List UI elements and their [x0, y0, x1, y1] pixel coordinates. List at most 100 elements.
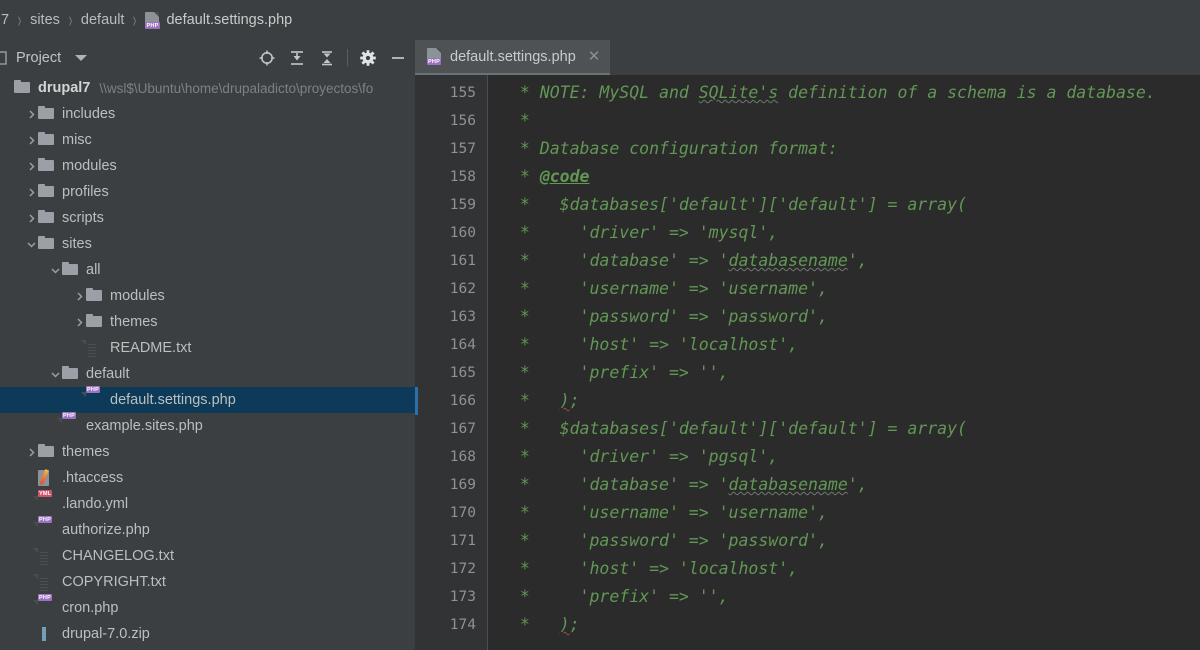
- tree-row-sites[interactable]: sites: [0, 231, 415, 257]
- tree-row-misc[interactable]: misc: [0, 127, 415, 153]
- chevron-right-icon[interactable]: [72, 289, 86, 303]
- tree-row-modules[interactable]: modules: [0, 153, 415, 179]
- close-icon[interactable]: ✕: [588, 49, 601, 64]
- breadcrumb-item-default[interactable]: default: [80, 12, 126, 28]
- project-tree[interactable]: drupal7 \\wsl$\Ubuntu\home\drupaladicto\…: [0, 75, 415, 650]
- chevron-right-icon[interactable]: [24, 445, 38, 459]
- tree-label: sites: [62, 236, 92, 252]
- code-line[interactable]: * NOTE: MySQL and SQLite's definition of…: [510, 79, 1200, 107]
- code-line[interactable]: * 'username' => 'username',: [510, 499, 1200, 527]
- code-line[interactable]: * $databases['default']['default'] = arr…: [510, 415, 1200, 443]
- line-number: 172: [449, 561, 476, 577]
- tree-label: themes: [62, 444, 110, 460]
- code-line[interactable]: * 'driver' => 'pgsql',: [510, 443, 1200, 471]
- code-line[interactable]: * 'host' => 'localhost',: [510, 331, 1200, 359]
- code-line[interactable]: *: [510, 107, 1200, 135]
- code-line[interactable]: * 'prefix' => '',: [510, 583, 1200, 611]
- line-number: 166: [449, 393, 476, 409]
- line-number: 156: [449, 113, 476, 129]
- code-line[interactable]: * $databases['default']['default'] = arr…: [510, 191, 1200, 219]
- code-editor[interactable]: 155 156 157 158 159 160 161 162 163 164 165 166 167 1…: [415, 75, 1200, 650]
- tree-row-themes[interactable]: themes: [0, 439, 415, 465]
- chevron-right-icon[interactable]: [24, 133, 38, 147]
- expand-all-icon[interactable]: [282, 44, 312, 72]
- tree-row-themes[interactable]: themes: [0, 309, 415, 335]
- chevron-right-icon[interactable]: [24, 159, 38, 173]
- tree-row-htaccess[interactable]: .htaccess: [0, 465, 415, 491]
- tree-label: cron.php: [62, 600, 119, 616]
- tree-label: default: [86, 366, 130, 382]
- code-line[interactable]: * );: [510, 611, 1200, 639]
- code-line[interactable]: * 'prefix' => '',: [510, 359, 1200, 387]
- code-line[interactable]: * 'username' => 'username',: [510, 275, 1200, 303]
- chevron-right-icon[interactable]: [72, 315, 86, 329]
- code-line[interactable]: * );: [510, 387, 1200, 415]
- tree-row-all[interactable]: all: [0, 257, 415, 283]
- folder-icon: [86, 314, 103, 331]
- changed-line-marker: [415, 387, 418, 415]
- code-line[interactable]: * 'database' => 'databasename',: [510, 247, 1200, 275]
- chevron-right-icon[interactable]: [24, 185, 38, 199]
- tree-label: example.sites.php: [86, 418, 203, 434]
- folder-icon: [38, 184, 55, 201]
- line-number: 168: [449, 449, 476, 465]
- line-number: 162: [449, 281, 476, 297]
- collapse-all-icon[interactable]: [312, 44, 342, 72]
- chevron-down-icon[interactable]: [24, 237, 38, 251]
- tree-row-authorize-php[interactable]: PHP authorize.php: [0, 515, 415, 543]
- tree-row-readme-txt[interactable]: README.txt: [0, 335, 415, 361]
- tree-row-lando-yml[interactable]: YML .lando.yml: [0, 489, 415, 517]
- tree-label: modules: [110, 288, 165, 304]
- tree-row-copyright-txt[interactable]: COPYRIGHT.txt: [0, 569, 415, 595]
- hide-panel-icon[interactable]: [383, 44, 413, 72]
- tree-row-modules[interactable]: modules: [0, 283, 415, 309]
- tree-row-profiles[interactable]: profiles: [0, 179, 415, 205]
- code-line[interactable]: * 'driver' => 'mysql',: [510, 219, 1200, 247]
- tree-row-root[interactable]: drupal7 \\wsl$\Ubuntu\home\drupaladicto\…: [0, 75, 415, 101]
- php-file-icon: PHP: [38, 593, 53, 601]
- main-body: drupal7 \\wsl$\Ubuntu\home\drupaladicto\…: [0, 75, 1200, 650]
- chevron-right-icon[interactable]: [24, 211, 38, 225]
- tree-row-default-settings-php[interactable]: PHP default.settings.php: [0, 385, 415, 413]
- tree-row-default[interactable]: default: [0, 361, 415, 387]
- tree-row-changelog-txt[interactable]: CHANGELOG.txt: [0, 543, 415, 569]
- code-line[interactable]: * 'password' => 'password',: [510, 527, 1200, 555]
- project-path: \\wsl$\Ubuntu\home\drupaladicto\proyecto…: [99, 80, 374, 96]
- folder-icon: [38, 210, 55, 227]
- php-file-icon: PHP: [62, 411, 77, 419]
- breadcrumb-separator: ›: [133, 7, 137, 33]
- tree-row-cron-php[interactable]: PHP cron.php: [0, 593, 415, 621]
- project-toolbar-icons: [252, 44, 415, 72]
- tree-row-scripts[interactable]: scripts: [0, 205, 415, 231]
- tree-label: COPYRIGHT.txt: [62, 574, 166, 590]
- tree-label: .htaccess: [62, 470, 124, 486]
- line-number: 165: [449, 365, 476, 381]
- chevron-down-icon[interactable]: [75, 54, 88, 61]
- code-line[interactable]: * 'password' => 'password',: [510, 303, 1200, 331]
- folder-icon: [14, 80, 31, 97]
- tab-default-settings-php[interactable]: PHP default.settings.php ✕: [415, 40, 611, 75]
- code-line[interactable]: * @code: [510, 163, 1200, 191]
- code-line[interactable]: * 'database' => 'databasename',: [510, 471, 1200, 499]
- chevron-down-icon[interactable]: [48, 367, 62, 381]
- breadcrumb-item-project[interactable]: 7: [0, 12, 10, 28]
- line-number: 170: [449, 505, 476, 521]
- tree-label: default.settings.php: [110, 392, 236, 408]
- code-content[interactable]: * NOTE: MySQL and SQLite's definition of…: [488, 75, 1200, 650]
- folder-icon: [38, 106, 55, 123]
- breadcrumb-separator: ›: [68, 7, 73, 33]
- tree-row-example-sites-php[interactable]: PHP example.sites.php: [0, 411, 415, 439]
- htaccess-file-icon: [38, 470, 55, 487]
- code-line[interactable]: * 'host' => 'localhost',: [510, 555, 1200, 583]
- chevron-down-icon[interactable]: [48, 263, 62, 277]
- tree-row-drupal-7-0-zip[interactable]: drupal-7.0.zip: [0, 621, 415, 647]
- folder-icon: [38, 158, 55, 175]
- tree-row-includes[interactable]: includes: [0, 101, 415, 127]
- gear-icon[interactable]: [353, 44, 383, 72]
- locate-target-icon[interactable]: [252, 44, 282, 72]
- tree-label: .lando.yml: [62, 496, 129, 512]
- breadcrumb-item-sites[interactable]: sites: [29, 12, 61, 28]
- code-line[interactable]: * Database configuration format:: [510, 135, 1200, 163]
- chevron-right-icon[interactable]: [24, 107, 38, 121]
- breadcrumb-item-file[interactable]: PHP default.settings.php: [144, 11, 293, 29]
